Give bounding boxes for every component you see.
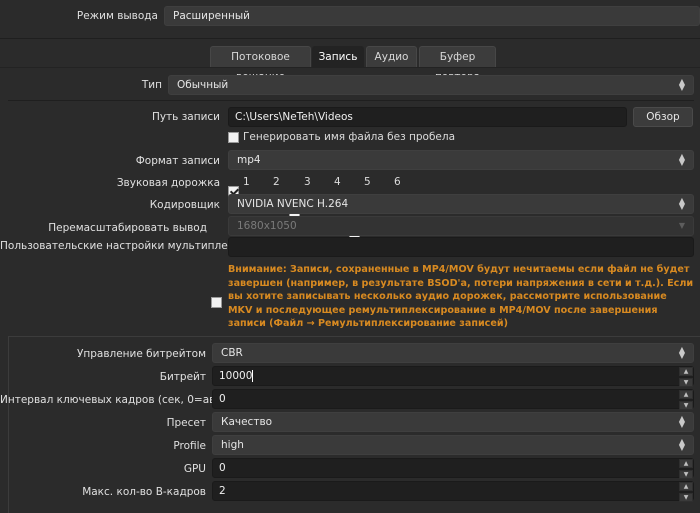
mp4-warning-text: Внимание: Записи, сохраненные в MP4/MOV …	[228, 264, 694, 329]
encoder-value: NVIDIA NVENC H.264	[237, 198, 349, 210]
recording-format-select[interactable]: mp4 ▲ ▼	[228, 150, 694, 170]
rescale-checkbox[interactable]	[211, 297, 222, 308]
recording-type-select[interactable]: Обычный ▲ ▼	[168, 75, 694, 95]
output-mode-value: Расширенный	[173, 10, 250, 22]
updown-arrow-icon: ▲ ▼	[678, 437, 686, 452]
spin-down-icon[interactable]: ▼	[679, 470, 693, 479]
text-cursor	[252, 370, 254, 382]
rescale-resolution-value: 1680x1050	[237, 220, 297, 232]
tab-audio[interactable]: Аудио	[366, 46, 417, 67]
spin-down-icon[interactable]: ▼	[679, 401, 693, 410]
keyframe-interval-input[interactable]: 0 ▲ ▼	[212, 389, 694, 410]
muxer-settings-label: Пользовательские настройки мультиплексор…	[0, 240, 260, 252]
recording-path-input[interactable]: C:\Users\NeTeh\Videos	[228, 107, 627, 127]
recording-type-value: Обычный	[177, 79, 229, 91]
spin-down-icon[interactable]: ▼	[679, 378, 693, 387]
tab-streaming[interactable]: Потоковое вещание	[210, 46, 311, 83]
output-mode-label: Режим вывода	[76, 10, 158, 22]
bitrate-value: 10000	[219, 370, 253, 382]
chevron-down-icon: ▼	[678, 221, 686, 230]
divider	[0, 38, 700, 39]
encoder-select[interactable]: NVIDIA NVENC H.264 ▲ ▼	[228, 194, 694, 214]
updown-arrow-icon: ▲ ▼	[678, 414, 686, 429]
audio-track-3-label: 3	[304, 176, 311, 188]
bitrate-input[interactable]: 10000 ▲ ▼	[212, 366, 694, 387]
spin-up-icon[interactable]: ▲	[679, 367, 693, 376]
profile-select[interactable]: high ▲ ▼	[212, 435, 694, 455]
rate-control-select[interactable]: CBR ▲ ▼	[212, 343, 694, 363]
no-space-label: Генерировать имя файла без пробела	[243, 131, 456, 143]
tab-recording[interactable]: Запись	[312, 46, 364, 67]
no-space-checkbox[interactable]	[228, 132, 239, 143]
divider	[8, 100, 694, 101]
keyframe-interval-value: 0	[219, 393, 226, 405]
profile-label: Profile	[173, 440, 206, 452]
gpu-input[interactable]: 0 ▲ ▼	[212, 458, 694, 479]
bframes-value: 2	[219, 485, 226, 497]
spin-down-icon[interactable]: ▼	[679, 493, 693, 502]
audio-track-4-label: 4	[334, 176, 341, 188]
audio-track-6-label: 6	[394, 176, 401, 188]
keyframe-spinner[interactable]: ▲ ▼	[679, 390, 693, 410]
recording-format-label: Формат записи	[135, 155, 220, 167]
profile-value: high	[221, 439, 244, 451]
muxer-settings-input[interactable]	[228, 237, 694, 257]
updown-arrow-icon: ▲ ▼	[678, 152, 686, 167]
encoder-label: Кодировщик	[149, 199, 220, 211]
spin-up-icon[interactable]: ▲	[679, 482, 693, 491]
spin-up-icon[interactable]: ▲	[679, 390, 693, 399]
updown-arrow-icon: ▲ ▼	[678, 77, 686, 92]
recording-type-label: Тип	[141, 79, 162, 91]
updown-arrow-icon: ▲ ▼	[678, 345, 686, 360]
preset-select[interactable]: Качество ▲ ▼	[212, 412, 694, 432]
bframes-spinner[interactable]: ▲ ▼	[679, 482, 693, 502]
rescale-label: Перемасштабировать вывод	[48, 222, 207, 234]
spin-up-icon[interactable]: ▲	[679, 459, 693, 468]
bframes-input[interactable]: 2 ▲ ▼	[212, 481, 694, 502]
gpu-label: GPU	[183, 463, 206, 475]
gpu-value: 0	[219, 462, 226, 474]
audio-track-1-label: 1	[243, 176, 250, 188]
recording-path-label: Путь записи	[151, 111, 220, 123]
audio-track-5-label: 5	[364, 176, 371, 188]
output-mode-select[interactable]: Расширенный	[164, 6, 700, 26]
gpu-spinner[interactable]: ▲ ▼	[679, 459, 693, 479]
tab-bar-underline	[0, 67, 700, 68]
tab-replay-buffer[interactable]: Буфер повтора	[419, 46, 496, 83]
keyframe-interval-label: Интервал ключевых кадров (сек, 0=авто)	[0, 394, 232, 406]
preset-value: Качество	[221, 416, 273, 428]
updown-arrow-icon: ▲ ▼	[678, 196, 686, 211]
bframes-label: Макс. кол-во B-кадров	[82, 486, 206, 498]
audio-track-label: Звуковая дорожка	[116, 177, 220, 189]
audio-track-2-label: 2	[273, 176, 280, 188]
bitrate-spinner[interactable]: ▲ ▼	[679, 367, 693, 387]
recording-format-value: mp4	[237, 154, 261, 166]
rescale-resolution-select[interactable]: 1680x1050 ▼	[228, 216, 694, 236]
rate-control-value: CBR	[221, 347, 243, 359]
browse-button[interactable]: Обзор	[633, 107, 693, 127]
preset-label: Пресет	[166, 417, 206, 429]
bitrate-label: Битрейт	[159, 371, 206, 383]
rate-control-label: Управление битрейтом	[76, 348, 206, 360]
